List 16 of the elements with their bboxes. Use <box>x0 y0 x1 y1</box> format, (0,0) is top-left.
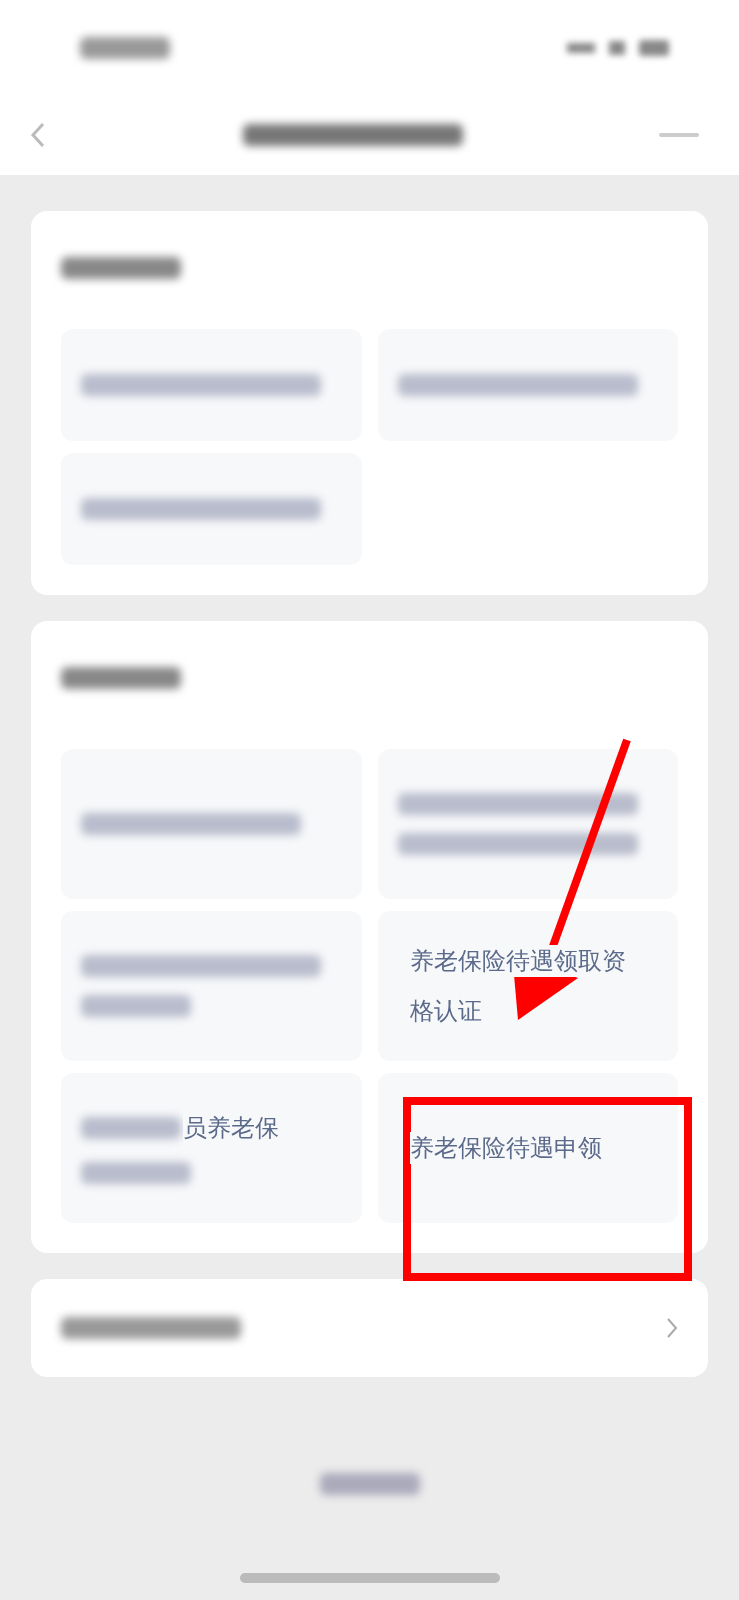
more-services-row[interactable] <box>31 1279 708 1377</box>
back-icon[interactable] <box>30 121 46 149</box>
service-tile[interactable] <box>61 329 362 441</box>
service-tile[interactable] <box>377 329 678 441</box>
service-label: 养老保险待遇领取资 <box>409 945 626 977</box>
footer-link-blurred[interactable] <box>319 1473 420 1495</box>
service-tile[interactable]: 员养老保 <box>61 1073 362 1223</box>
service-tile[interactable] <box>61 911 362 1061</box>
service-tile[interactable] <box>61 453 362 565</box>
service-label: 养老保险待遇申领 <box>409 1132 602 1164</box>
more-icon[interactable] <box>659 132 699 138</box>
service-tile[interactable]: 养老保险待遇领取资 格认证 <box>377 911 678 1061</box>
service-tile[interactable] <box>377 749 678 899</box>
chevron-right-icon <box>666 1317 678 1339</box>
service-tile[interactable]: 养老保险待遇申领 <box>377 1073 678 1223</box>
service-tile[interactable] <box>61 749 362 899</box>
